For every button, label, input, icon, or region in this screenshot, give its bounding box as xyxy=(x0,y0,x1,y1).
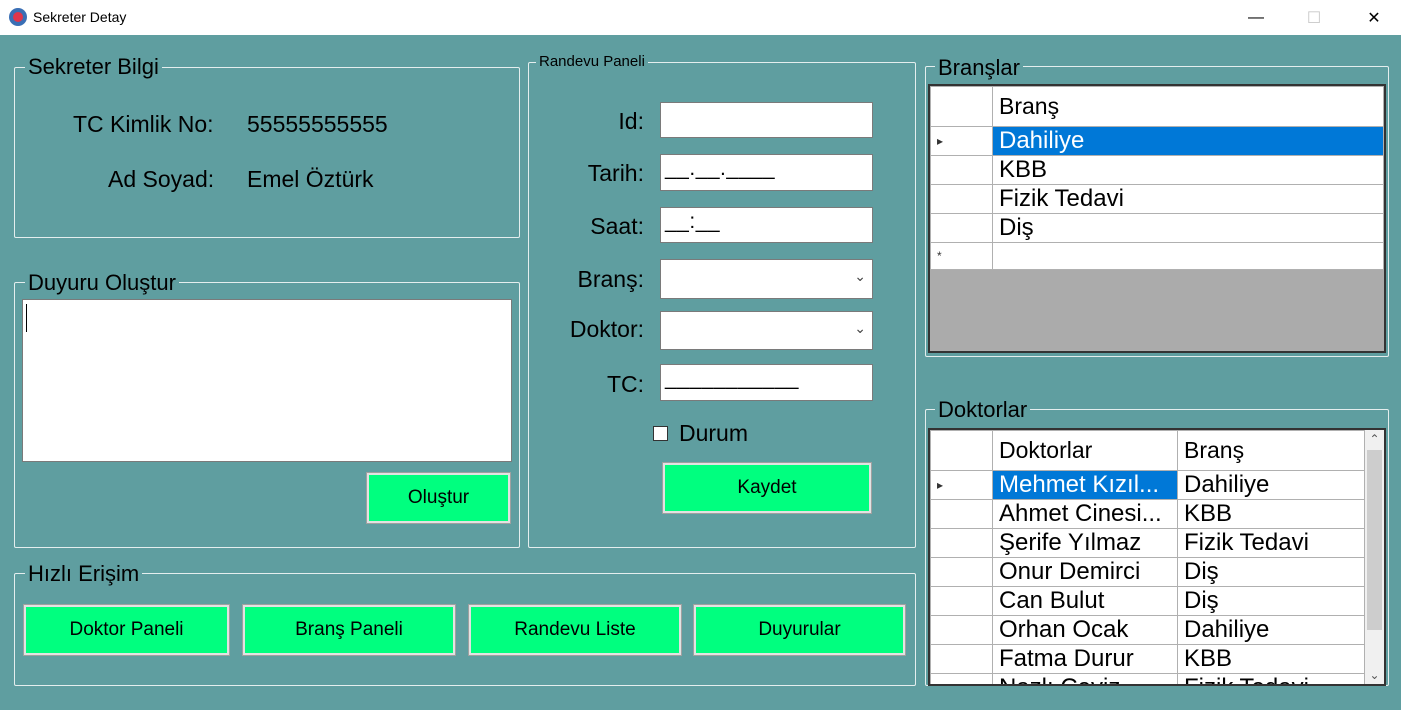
row-header[interactable] xyxy=(930,644,993,674)
doktor-brans-cell[interactable]: Fizik Tedavi xyxy=(1177,673,1365,684)
doktor-name-cell[interactable]: Fatma Durur xyxy=(992,644,1178,674)
grid-corner xyxy=(930,86,993,127)
app-window: Sekreter Detay — ☐ ✕ Sekreter Bilgi TC K… xyxy=(0,0,1401,710)
app-icon xyxy=(9,8,27,26)
scroll-down-icon[interactable]: ⌄ xyxy=(1365,666,1384,684)
row-header[interactable] xyxy=(930,615,993,645)
brans-select[interactable]: ⌄ xyxy=(660,259,873,299)
hizli-erisim-legend: Hızlı Erişim xyxy=(25,561,143,587)
duyurular-button[interactable]: Duyurular xyxy=(693,604,906,656)
doktor-brans-cell[interactable]: KBB xyxy=(1177,644,1365,674)
id-input[interactable] xyxy=(660,102,873,138)
doktor-name-cell[interactable]: Nazlı Ceviz xyxy=(992,673,1178,684)
saat-label: Saat: xyxy=(590,213,644,239)
doktorlar-grid[interactable]: Doktorlar Branş ▸ Mehmet Kızıl... Dahili… xyxy=(928,428,1386,686)
kaydet-button[interactable]: Kaydet xyxy=(662,462,872,514)
doktor-name-cell[interactable]: Şerife Yılmaz xyxy=(992,528,1178,558)
doktor-name-cell[interactable]: Onur Demirci xyxy=(992,557,1178,587)
olustur-button[interactable]: Oluştur xyxy=(366,472,511,524)
maximize-button[interactable]: ☐ xyxy=(1291,0,1337,35)
tarih-label: Tarih: xyxy=(587,160,644,186)
title-bar: Sekreter Detay — ☐ ✕ xyxy=(0,0,1401,35)
row-selector-icon[interactable]: ▸ xyxy=(930,126,993,156)
chevron-down-icon: ⌄ xyxy=(854,268,866,284)
chevron-down-icon: ⌄ xyxy=(854,320,866,336)
id-label: Id: xyxy=(618,108,644,134)
column-header-brans[interactable]: Branş xyxy=(1177,430,1365,471)
tc-input[interactable]: ___________ xyxy=(660,364,873,401)
new-row-cell[interactable] xyxy=(992,242,1384,270)
row-header[interactable] xyxy=(930,184,993,214)
row-header[interactable] xyxy=(930,557,993,587)
doktor-label: Doktor: xyxy=(569,316,644,342)
minimize-button[interactable]: — xyxy=(1233,0,1279,35)
brans-cell[interactable]: Fizik Tedavi xyxy=(992,184,1384,214)
row-header[interactable] xyxy=(930,528,993,558)
doktor-name-cell[interactable]: Ahmet Cinesi... xyxy=(992,499,1178,529)
row-selector-icon[interactable]: ▸ xyxy=(930,470,993,500)
scrollbar-thumb[interactable] xyxy=(1367,450,1382,630)
column-header-brans[interactable]: Branş xyxy=(992,86,1384,127)
doktor-brans-cell[interactable]: Dahiliye xyxy=(1177,615,1365,645)
row-header[interactable] xyxy=(930,155,993,185)
doktor-brans-cell[interactable]: Diş xyxy=(1177,557,1365,587)
doktor-name-cell[interactable]: Mehmet Kızıl... xyxy=(992,470,1178,500)
doktorlar-legend: Doktorlar xyxy=(935,397,1031,423)
doktor-brans-cell[interactable]: Dahiliye xyxy=(1177,470,1365,500)
ad-soyad-value: Emel Öztürk xyxy=(247,166,374,192)
close-button[interactable]: ✕ xyxy=(1351,0,1397,35)
grid-corner xyxy=(930,430,993,471)
brans-cell[interactable]: KBB xyxy=(992,155,1384,185)
doktor-name-cell[interactable]: Orhan Ocak xyxy=(992,615,1178,645)
saat-input[interactable]: __:__ xyxy=(660,207,873,243)
tarih-input[interactable]: __.__.____ xyxy=(660,154,873,191)
text-caret xyxy=(26,304,27,332)
brans-cell[interactable]: Dahiliye xyxy=(992,126,1384,156)
doktor-brans-cell[interactable]: Diş xyxy=(1177,586,1365,616)
brans-paneli-button[interactable]: Branş Paneli xyxy=(242,604,456,656)
tc-kimlik-label: TC Kimlik No: xyxy=(73,111,214,137)
doktor-paneli-button[interactable]: Doktor Paneli xyxy=(23,604,230,656)
doktor-brans-cell[interactable]: KBB xyxy=(1177,499,1365,529)
row-header[interactable] xyxy=(930,586,993,616)
branslar-grid[interactable]: Branş ▸ Dahiliye KBB Fizik Tedavi Diş * xyxy=(928,84,1386,353)
duyuru-textarea[interactable] xyxy=(22,299,512,462)
randevu-legend: Randevu Paneli xyxy=(536,53,648,70)
window-title: Sekreter Detay xyxy=(33,9,127,25)
sekreter-bilgi-legend: Sekreter Bilgi xyxy=(25,54,162,80)
tc-kimlik-value: 55555555555 xyxy=(247,111,388,137)
tc-label: TC: xyxy=(606,371,644,397)
brans-label: Branş: xyxy=(577,266,644,292)
doktor-name-cell[interactable]: Can Bulut xyxy=(992,586,1178,616)
row-header[interactable] xyxy=(930,213,993,243)
randevu-liste-button[interactable]: Randevu Liste xyxy=(468,604,682,656)
row-header[interactable] xyxy=(930,673,993,684)
column-header-doktorlar[interactable]: Doktorlar xyxy=(992,430,1178,471)
durum-label[interactable]: Durum xyxy=(679,420,748,447)
scroll-up-icon[interactable]: ⌃ xyxy=(1365,430,1384,448)
doktor-select[interactable]: ⌄ xyxy=(660,311,873,350)
brans-cell[interactable]: Diş xyxy=(992,213,1384,243)
ad-soyad-label: Ad Soyad: xyxy=(108,166,215,192)
vertical-scrollbar[interactable]: ⌃ ⌄ xyxy=(1365,430,1384,684)
durum-checkbox[interactable] xyxy=(653,426,668,441)
branslar-legend: Branşlar xyxy=(935,55,1023,81)
sekreter-bilgi-group xyxy=(14,67,520,238)
duyuru-legend: Duyuru Oluştur xyxy=(25,270,179,296)
row-header[interactable] xyxy=(930,499,993,529)
doktor-brans-cell[interactable]: Fizik Tedavi xyxy=(1177,528,1365,558)
new-row-icon[interactable]: * xyxy=(930,242,993,270)
